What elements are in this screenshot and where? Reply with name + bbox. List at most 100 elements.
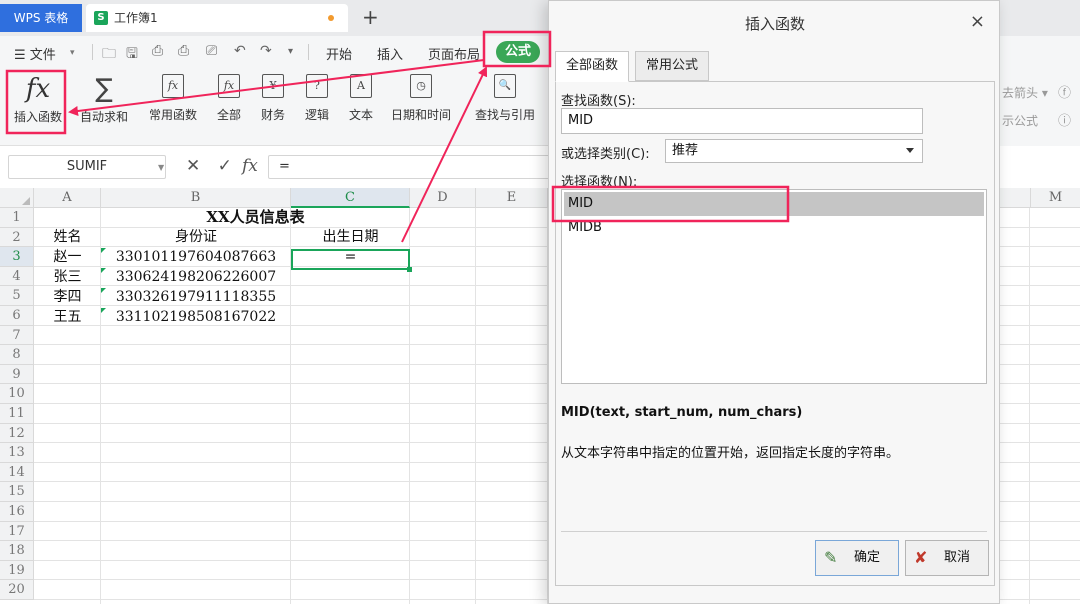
fx-icon: ⓕ bbox=[1058, 86, 1072, 101]
ribbon-overflow: 去箭头 ▾ ⓕ 示公式 ⓘ bbox=[1000, 68, 1080, 146]
row-header[interactable]: 14 bbox=[0, 462, 34, 483]
active-cell-c3[interactable] bbox=[291, 249, 412, 272]
print-icon[interactable]: ⎙ bbox=[178, 43, 189, 59]
row-header[interactable]: 16 bbox=[0, 502, 34, 522]
export-pdf-icon[interactable]: ⎙ bbox=[152, 43, 163, 59]
print-preview-icon[interactable]: ⎚ bbox=[206, 43, 217, 59]
autosum-button[interactable]: ∑ 自动求和 bbox=[74, 74, 134, 125]
cancel-button[interactable]: ✘ 取消 bbox=[905, 540, 989, 576]
row-header[interactable]: 5 bbox=[0, 286, 34, 306]
row-header[interactable]: 1 bbox=[0, 208, 34, 228]
tab-page-layout[interactable]: 页面布局 bbox=[428, 44, 480, 63]
lookup-icon: 🔍 bbox=[494, 74, 516, 98]
row-header[interactable]: 17 bbox=[0, 521, 34, 542]
function-list[interactable]: MID MIDB bbox=[561, 189, 987, 384]
cell-id[interactable]: 330624198206226007 bbox=[101, 268, 291, 288]
cell-id[interactable]: 330326197911118355 bbox=[101, 288, 291, 308]
new-tab-button[interactable]: + bbox=[362, 4, 379, 30]
chevron-down-icon bbox=[906, 148, 914, 153]
all-functions-label: 全部 bbox=[216, 108, 241, 122]
name-box[interactable]: SUMIF bbox=[8, 155, 166, 179]
search-function-input[interactable]: MID bbox=[561, 108, 923, 134]
text-functions-button[interactable]: A 文本 bbox=[342, 74, 380, 123]
row-header[interactable]: 15 bbox=[0, 482, 34, 502]
column-header-c[interactable]: C bbox=[291, 188, 410, 208]
quick-access-chevron-down-icon[interactable]: ▾ bbox=[288, 46, 293, 57]
show-formulas-button[interactable]: 示公式 bbox=[1002, 112, 1038, 129]
undo-icon[interactable]: ↶ bbox=[234, 43, 246, 59]
column-header-a[interactable]: A bbox=[34, 188, 101, 208]
common-functions-button[interactable]: fx 常用函数 bbox=[142, 74, 204, 123]
function-item-mid[interactable]: MID bbox=[564, 192, 984, 216]
tab-insert[interactable]: 插入 bbox=[377, 44, 403, 63]
function-item-midb[interactable]: MIDB bbox=[564, 216, 984, 240]
redo-icon[interactable]: ↷ bbox=[260, 43, 272, 59]
file-menu-button[interactable]: ☰ 文件 bbox=[14, 44, 56, 63]
tab-all-functions[interactable]: 全部函数 bbox=[555, 51, 630, 82]
row-header[interactable]: 8 bbox=[0, 345, 34, 365]
close-icon[interactable]: × bbox=[970, 11, 985, 32]
logical-functions-label: 逻辑 bbox=[304, 108, 329, 122]
app-tab[interactable]: WPS 表格 bbox=[0, 4, 82, 32]
save-icon[interactable]: 🖫 bbox=[126, 43, 138, 67]
column-header-e[interactable]: E bbox=[476, 188, 548, 208]
category-value: 推荐 bbox=[672, 143, 699, 158]
row-header[interactable]: 11 bbox=[0, 404, 34, 424]
tab-common-formulas[interactable]: 常用公式 bbox=[635, 51, 710, 81]
text-number-flag-icon bbox=[101, 288, 106, 293]
category-select[interactable]: 推荐 bbox=[665, 139, 923, 163]
sheet-title: XX人员信息表 bbox=[206, 208, 305, 226]
column-header-m[interactable]: M bbox=[1030, 188, 1080, 208]
all-functions-button[interactable]: fx 全部 bbox=[210, 74, 248, 123]
file-menu-chevron-down-icon[interactable]: ▾ bbox=[70, 48, 75, 58]
select-all-corner[interactable] bbox=[0, 188, 34, 208]
row-header[interactable]: 13 bbox=[0, 443, 34, 463]
cell-id[interactable]: 330101197604087663 bbox=[101, 248, 291, 268]
row-header[interactable]: 7 bbox=[0, 325, 34, 346]
row-header[interactable]: 19 bbox=[0, 560, 34, 581]
remove-arrows-button[interactable]: 去箭头 ▾ bbox=[1002, 84, 1048, 101]
row-header[interactable]: 18 bbox=[0, 541, 34, 561]
open-folder-icon[interactable]: 🗀 bbox=[102, 43, 116, 67]
formula-input[interactable]: = bbox=[268, 155, 568, 179]
divider bbox=[92, 44, 93, 60]
row-header[interactable]: 4 bbox=[0, 266, 34, 287]
insert-function-button[interactable]: fx 插入函数 bbox=[10, 74, 66, 125]
row-header[interactable]: 12 bbox=[0, 423, 34, 444]
lookup-reference-button[interactable]: 🔍 查找与引用 bbox=[466, 74, 544, 123]
column-header-d[interactable]: D bbox=[410, 188, 476, 208]
currency-icon: ¥ bbox=[262, 74, 284, 98]
category-label: 或选择类别(C): bbox=[561, 147, 650, 162]
cell-name[interactable]: 张三 bbox=[34, 268, 101, 288]
tab-formulas[interactable]: 公式 bbox=[496, 41, 540, 63]
row-header[interactable]: 10 bbox=[0, 384, 34, 404]
cell-name[interactable]: 赵一 bbox=[34, 248, 101, 268]
insert-function-label: 插入函数 bbox=[13, 110, 62, 124]
row-header[interactable]: 20 bbox=[0, 580, 34, 600]
date-time-functions-button[interactable]: ◷ 日期和时间 bbox=[386, 74, 456, 123]
financial-functions-button[interactable]: ¥ 财务 bbox=[254, 74, 292, 123]
text-number-flag-icon bbox=[101, 248, 106, 253]
common-functions-icon: fx bbox=[162, 74, 184, 98]
common-functions-label: 常用函数 bbox=[148, 108, 197, 122]
name-box-chevron-down-icon[interactable]: ▼ bbox=[158, 163, 164, 172]
cell-name[interactable]: 李四 bbox=[34, 288, 101, 308]
column-header-b[interactable]: B bbox=[101, 188, 291, 208]
logical-functions-button[interactable]: ? 逻辑 bbox=[298, 74, 336, 123]
header-birth-date: 出生日期 bbox=[322, 229, 379, 245]
row-header[interactable]: 6 bbox=[0, 306, 34, 326]
row-header[interactable]: 2 bbox=[0, 227, 34, 248]
formula-fx-icon[interactable]: fx bbox=[242, 156, 258, 176]
select-function-label: 选择函数(N): bbox=[561, 175, 638, 190]
row-header[interactable]: 3 bbox=[0, 247, 34, 267]
confirm-pen-icon: ✎ bbox=[824, 548, 838, 567]
cancel-label: 取消 bbox=[944, 550, 971, 565]
document-tab[interactable]: S 工作簿1 bbox=[86, 4, 348, 32]
cancel-confirm-icons[interactable]: ✕ ✓ bbox=[186, 156, 238, 176]
cell-name[interactable]: 王五 bbox=[34, 308, 101, 328]
ok-button[interactable]: ✎ 确定 bbox=[815, 540, 899, 576]
row-header[interactable]: 9 bbox=[0, 364, 34, 385]
tab-home[interactable]: 开始 bbox=[326, 44, 352, 63]
function-description: 从文本字符串中指定的位置开始，返回指定长度的字符串。 bbox=[561, 446, 900, 461]
cell-id[interactable]: 331102198508167022 bbox=[101, 308, 291, 328]
